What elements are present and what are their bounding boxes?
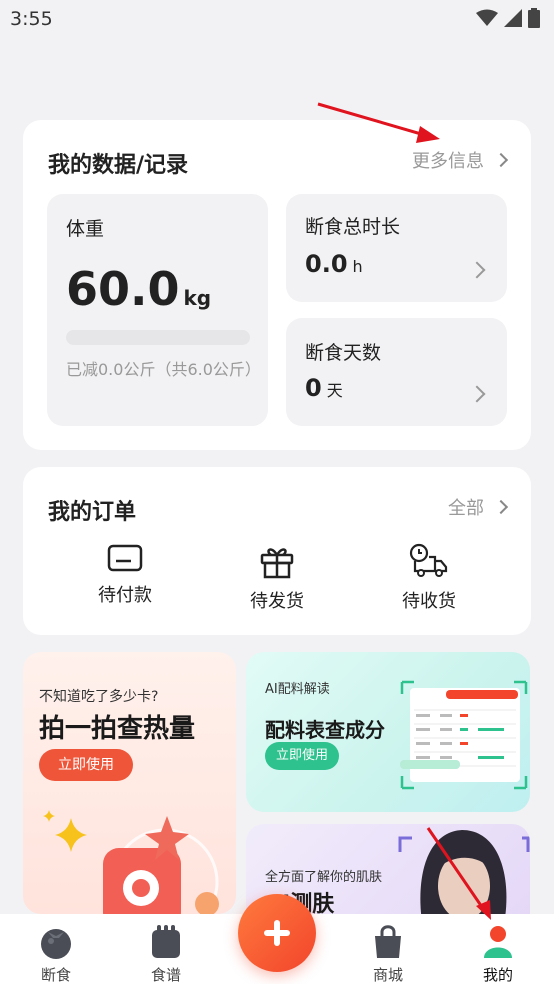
fasting-total-value: 0.0 bbox=[305, 250, 348, 278]
add-button[interactable] bbox=[238, 894, 316, 972]
promo-ingredient-title: 配料表查成分 bbox=[265, 718, 385, 742]
recipe-icon bbox=[152, 925, 180, 958]
tab-label: 食谱 bbox=[150, 966, 181, 984]
tab-label: 我的 bbox=[482, 966, 513, 984]
cellular-signal-icon bbox=[504, 9, 522, 27]
battery-icon bbox=[528, 8, 540, 28]
weight-value: 60.0 bbox=[66, 262, 180, 316]
fasting-days-tile[interactable]: 断食天数 0 天 bbox=[286, 318, 507, 426]
fasting-total-tile[interactable]: 断食总时长 0.0 h bbox=[286, 194, 507, 302]
weight-label: 体重 bbox=[66, 218, 105, 240]
tab-recipes[interactable]: 食谱 bbox=[126, 922, 206, 984]
tab-mall[interactable]: 商城 bbox=[348, 922, 428, 984]
weight-tile[interactable]: 体重 60.0 kg 已减0.0公斤（共6.0公斤） bbox=[47, 194, 268, 426]
gift-icon bbox=[260, 548, 294, 579]
promo-calorie-title: 拍一拍查热量 bbox=[39, 714, 196, 744]
fasting-days-label: 断食天数 bbox=[305, 342, 382, 364]
plus-icon bbox=[264, 920, 290, 946]
weight-progress-bar bbox=[66, 330, 250, 345]
weight-reduced-text: 已减0.0公斤（共6.0公斤） bbox=[66, 360, 261, 379]
order-label: 待发货 bbox=[250, 591, 304, 612]
promo-calorie-button[interactable]: 立即使用 bbox=[39, 749, 133, 781]
sparkle-icon bbox=[43, 810, 87, 852]
wifi-icon bbox=[476, 9, 498, 26]
fasting-total-label: 断食总时长 bbox=[305, 216, 401, 238]
status-bar: 3:55 bbox=[0, 0, 554, 40]
promo-calorie-subtitle: 不知道吃了多少卡? bbox=[39, 689, 159, 705]
promo-ingredient-subtitle: AI配料解读 bbox=[265, 682, 330, 697]
all-orders-label: 全部 bbox=[448, 498, 484, 519]
weight-unit: kg bbox=[183, 286, 212, 310]
delivery-truck-icon bbox=[409, 543, 448, 577]
tab-profile[interactable]: 我的 bbox=[458, 922, 538, 984]
shopping-bag-icon bbox=[375, 925, 401, 958]
order-pending-shipment[interactable]: 待发货 bbox=[217, 543, 337, 613]
my-data-title: 我的数据/记录 bbox=[48, 153, 189, 178]
my-data-card: 我的数据/记录 更多信息 体重 60.0 kg 已减0.0公斤（共6.0公斤） … bbox=[23, 120, 531, 450]
promo-ingredient-card[interactable]: AI配料解读 配料表查成分 立即使用 bbox=[246, 652, 530, 812]
tab-fasting[interactable]: 断食 bbox=[16, 922, 96, 984]
more-info-label: 更多信息 bbox=[412, 151, 484, 172]
all-orders-link[interactable]: 全部 bbox=[448, 494, 509, 520]
profile-icon bbox=[484, 926, 512, 958]
promo-calorie-card[interactable]: 不知道吃了多少卡? 拍一拍查热量 立即使用 bbox=[23, 652, 236, 914]
fasting-days-value: 0 bbox=[305, 374, 322, 402]
promo-skin-subtitle: 全方面了解你的肌肤 bbox=[265, 870, 383, 885]
fasting-days-unit: 天 bbox=[326, 381, 343, 400]
tab-label: 断食 bbox=[40, 966, 71, 984]
tomato-icon bbox=[41, 929, 71, 959]
order-pending-payment[interactable]: 待付款 bbox=[65, 543, 185, 607]
card-icon bbox=[107, 544, 143, 572]
tab-label: 商城 bbox=[372, 966, 403, 984]
more-info-link[interactable]: 更多信息 bbox=[412, 147, 509, 173]
my-orders-card: 我的订单 全部 待付款 待发货 待收货 bbox=[23, 467, 531, 635]
my-orders-title: 我的订单 bbox=[48, 500, 137, 525]
promo-ingredient-button[interactable]: 立即使用 bbox=[265, 742, 339, 770]
status-time: 3:55 bbox=[10, 8, 53, 30]
fasting-total-unit: h bbox=[352, 257, 363, 276]
chevron-right-icon bbox=[493, 152, 509, 168]
order-label: 待付款 bbox=[98, 585, 152, 606]
camera-illustration bbox=[103, 816, 219, 914]
order-pending-receipt[interactable]: 待收货 bbox=[369, 543, 489, 613]
chevron-right-icon bbox=[493, 499, 509, 515]
chevron-right-icon bbox=[468, 261, 486, 279]
chevron-right-icon bbox=[468, 385, 486, 403]
ingredient-table-illustration bbox=[400, 680, 528, 790]
order-label: 待收货 bbox=[402, 591, 456, 612]
